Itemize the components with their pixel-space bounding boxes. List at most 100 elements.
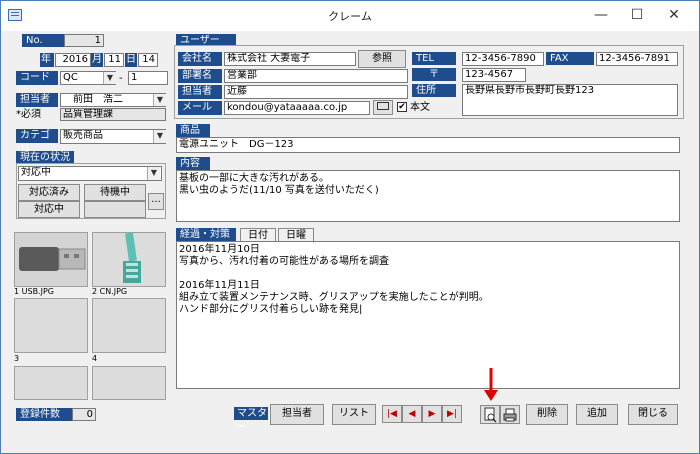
add-button[interactable]: 追加 [576, 404, 618, 425]
dept-name-field[interactable]: 営業部 [224, 69, 408, 83]
nav-last-icon[interactable]: ▶| [442, 405, 462, 423]
honbun-label: 本文 [410, 102, 430, 113]
close-window-button[interactable]: ✕ [659, 4, 689, 26]
printer-icon [503, 408, 517, 422]
mail-field[interactable]: kondou@yataaaaa.co.jp [224, 101, 370, 115]
tel-field[interactable]: 12-3456-7890 [462, 52, 544, 66]
list-button[interactable]: リスト [332, 404, 376, 425]
history-textarea[interactable]: 2016年11月10日 写真から、汚れ付着の可能性がある場所を調査 2016年1… [176, 241, 680, 389]
code-dash: - [119, 73, 123, 84]
master-label: マスター [234, 407, 268, 433]
image-slot[interactable] [14, 298, 88, 353]
year-label: 年 [40, 53, 54, 67]
count-field: 0 [72, 408, 96, 421]
company-field[interactable]: 株式会社 大妻電子 [224, 52, 356, 66]
status-more-button[interactable]: ... [148, 193, 164, 210]
mail-icon [377, 102, 389, 110]
history-label: 経過・対策 [176, 228, 236, 241]
nav-first-icon[interactable]: |◀ [382, 405, 402, 423]
tel-label: TEL [412, 52, 456, 65]
year-field[interactable]: 2016 [55, 53, 91, 67]
zip-label: 〒 [412, 68, 456, 81]
day-field[interactable]: 14 [138, 53, 158, 67]
content-line: 黒い虫のようだ(11/10 写真を送付いただく) [179, 185, 379, 196]
mail-send-button[interactable] [373, 100, 393, 115]
image-slot[interactable] [14, 366, 88, 400]
connector-photo-icon [93, 232, 165, 286]
code-number-field[interactable]: 1 [128, 71, 168, 85]
code-value: QC [63, 72, 78, 83]
image-thumbnail-usb[interactable] [14, 232, 88, 287]
tanto-select[interactable]: 前田 浩二 [60, 93, 166, 107]
history-line: 写真から、汚れ付着の可能性がある場所を調査 [179, 256, 389, 267]
company-label: 会社名 [178, 52, 222, 66]
tab-weekday[interactable]: 日曜 [278, 228, 314, 242]
person-field[interactable]: 近藤 [224, 85, 408, 99]
status-blank-button[interactable] [84, 201, 146, 218]
required-label: *必須 [16, 109, 41, 120]
month-field[interactable]: 11 [104, 53, 124, 67]
image-slot[interactable] [92, 366, 166, 400]
chevron-down-icon[interactable]: ▼ [103, 72, 116, 84]
nav-prev-icon[interactable]: ◀ [402, 405, 422, 423]
minimize-button[interactable]: — [586, 4, 616, 26]
image-caption: 3 [14, 354, 20, 363]
day-label: 日 [125, 53, 137, 67]
print-preview-button[interactable] [480, 405, 500, 424]
image-thumbnail-cn[interactable] [92, 232, 166, 287]
content-line: 基板の一部に大きな汚れがある。 [179, 173, 329, 184]
checkmark-icon: ✔ [398, 102, 406, 112]
image-caption: 4 [92, 354, 98, 363]
no-field[interactable]: 1 [64, 34, 104, 47]
month-label: 月 [91, 53, 103, 67]
status-wait-button[interactable]: 待機中 [84, 184, 146, 201]
delete-button[interactable]: 削除 [526, 404, 568, 425]
dept-field: 品質管理課 [60, 108, 166, 121]
tab-date[interactable]: 日付 [240, 228, 276, 242]
tanto-label: 担当者 [16, 93, 58, 107]
nav-next-icon[interactable]: ▶ [422, 405, 442, 423]
mail-label: メール [178, 101, 222, 115]
chevron-down-icon[interactable]: ▼ [153, 94, 166, 106]
honbun-checkbox[interactable]: ✔ [397, 102, 407, 112]
history-line: 2016年11月10日 [179, 244, 260, 255]
image-slot[interactable] [92, 298, 166, 353]
reference-button[interactable]: 参照 [358, 50, 406, 68]
category-select[interactable]: 販売商品 [60, 129, 166, 144]
content-textarea[interactable]: 基板の一部に大きな汚れがある。 黒い虫のようだ(11/10 写真を送付いただく) [176, 170, 680, 222]
maximize-button[interactable]: ☐ [622, 4, 652, 26]
history-line: 組み立て装置メンテナンス時、グリスアップを実施したことが判明。 [179, 292, 489, 303]
image-caption: 2 CN.JPG [92, 287, 128, 296]
fax-field[interactable]: 12-3456-7891 [596, 52, 678, 66]
chevron-down-icon[interactable]: ▼ [147, 167, 160, 180]
history-line [179, 268, 677, 280]
history-line: ハンド部分にグリス付着らしい跡を発見| [179, 304, 363, 315]
history-line: 2016年11月11日 [179, 280, 260, 291]
product-field[interactable]: 電源ユニット DG－123 [176, 137, 680, 153]
address-field[interactable]: 長野県長野市長野町長野123 [462, 84, 678, 116]
address-label: 住所 [412, 84, 456, 97]
status-doing-button[interactable]: 対応中 [18, 201, 80, 218]
zip-field[interactable]: 123-4567 [462, 68, 526, 82]
status-value: 対応中 [21, 167, 51, 178]
fax-label: FAX [546, 52, 594, 65]
person-label: 担当者 [178, 85, 222, 99]
category-label: カテゴリ [16, 129, 58, 155]
category-value: 販売商品 [63, 130, 103, 141]
print-button[interactable] [500, 405, 520, 424]
tanto-value: 前田 浩二 [73, 94, 123, 105]
close-button[interactable]: 閉じる [628, 404, 678, 425]
code-label: コード [16, 71, 58, 85]
dept-label: 部署名 [178, 69, 222, 83]
count-label: 登録件数 [16, 408, 72, 421]
print-preview-icon [484, 407, 497, 423]
no-label: No. [22, 34, 64, 47]
annotation-arrow-icon [484, 368, 498, 401]
status-select[interactable]: 対応中 [18, 166, 162, 181]
usb-photo-icon [15, 233, 87, 286]
master-tanto-button[interactable]: 担当者 [270, 404, 324, 425]
status-done-button[interactable]: 対応済み [18, 184, 80, 201]
content-label: 内容 [176, 157, 210, 170]
chevron-down-icon[interactable]: ▼ [153, 130, 166, 143]
product-label: 商品 [176, 124, 210, 137]
